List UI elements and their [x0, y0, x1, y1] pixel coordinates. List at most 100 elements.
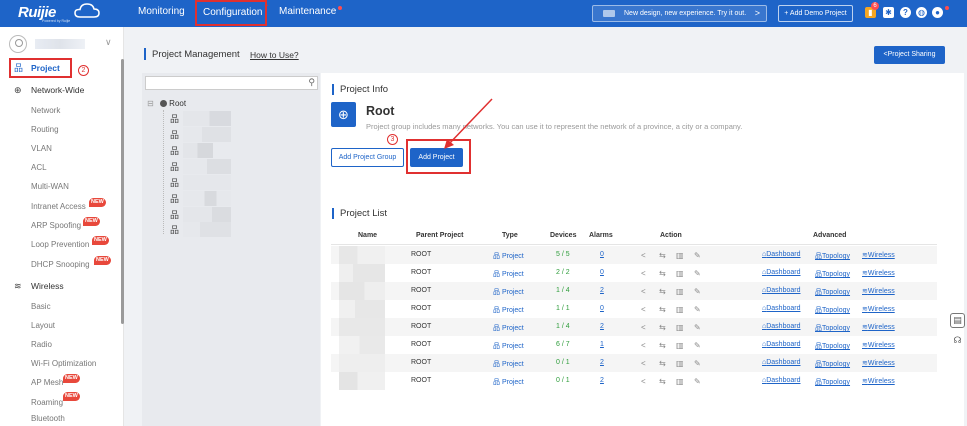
sidebar-subitem-roaming[interactable]: Roaming: [31, 396, 63, 410]
sidebar-subitem-layout[interactable]: Layout: [31, 319, 55, 333]
delete-icon[interactable]: ▥: [676, 323, 684, 332]
dashboard-link[interactable]: ⌂Dashboard: [762, 269, 800, 276]
sidebar-subitem-bluetooth[interactable]: Bluetooth: [31, 415, 65, 425]
sidebar-subitem-radio[interactable]: Radio: [31, 338, 52, 352]
share-icon[interactable]: <: [641, 251, 646, 260]
cell-alarms[interactable]: 2: [600, 287, 604, 294]
move-icon[interactable]: ⇆: [659, 359, 666, 368]
delete-icon[interactable]: ▥: [676, 251, 684, 260]
move-icon[interactable]: ⇆: [659, 341, 666, 350]
wireless-link[interactable]: ≋Wireless: [862, 269, 895, 277]
cell-type[interactable]: 品 Project: [493, 323, 524, 333]
cell-alarms[interactable]: 0: [600, 251, 604, 258]
edit-icon[interactable]: ✎: [694, 359, 701, 368]
topology-link[interactable]: 品Topology: [815, 269, 850, 279]
move-icon[interactable]: ⇆: [659, 377, 666, 386]
wireless-link[interactable]: ≋Wireless: [862, 305, 895, 313]
cell-type[interactable]: 品 Project: [493, 359, 524, 369]
table-row[interactable]: ROOT 品 Project 1 / 4 2 < ⇆ ▥ ✎ ⌂Dashboar…: [331, 282, 937, 300]
account-switcher[interactable]: ∨: [9, 35, 119, 53]
wireless-link[interactable]: ≋Wireless: [862, 251, 895, 259]
help-icon[interactable]: ?: [900, 7, 911, 18]
sidebar-item-wireless[interactable]: ≋ Wireless: [0, 278, 121, 295]
topology-link[interactable]: 品Topology: [815, 251, 850, 261]
table-row[interactable]: ROOT 品 Project 1 / 4 2 < ⇆ ▥ ✎ ⌂Dashboar…: [331, 318, 937, 336]
share-icon[interactable]: <: [641, 341, 646, 350]
sidebar-subitem-network[interactable]: Network: [31, 104, 60, 118]
nav-configuration[interactable]: Configuration: [195, 0, 267, 26]
cell-alarms[interactable]: 0: [600, 269, 604, 276]
move-icon[interactable]: ⇆: [659, 323, 666, 332]
dashboard-link[interactable]: ⌂Dashboard: [762, 341, 800, 348]
tree-node[interactable]: 品: [170, 111, 232, 126]
tree-node[interactable]: 品: [170, 159, 232, 174]
add-demo-project-button[interactable]: + Add Demo Project: [778, 5, 853, 22]
dashboard-link[interactable]: ⌂Dashboard: [762, 287, 800, 294]
cell-type[interactable]: 品 Project: [493, 287, 524, 297]
move-icon[interactable]: ⇆: [659, 269, 666, 278]
sidebar-subitem-acl[interactable]: ACL: [31, 161, 47, 175]
sidebar-subitem-dhcp-snooping[interactable]: DHCP Snooping: [31, 258, 90, 272]
sidebar-subitem-vlan[interactable]: VLAN: [31, 142, 52, 156]
new-design-banner[interactable]: New design, new experience. Try it out. …: [592, 5, 767, 22]
dashboard-link[interactable]: ⌂Dashboard: [762, 359, 800, 366]
delete-icon[interactable]: ▥: [676, 341, 684, 350]
sidebar-subitem-routing[interactable]: Routing: [31, 123, 59, 137]
edit-icon[interactable]: ✎: [694, 323, 701, 332]
wireless-link[interactable]: ≋Wireless: [862, 323, 895, 331]
delete-icon[interactable]: ▥: [676, 305, 684, 314]
dashboard-link[interactable]: ⌂Dashboard: [762, 305, 800, 312]
tree-node[interactable]: 品: [170, 143, 232, 158]
topology-link[interactable]: 品Topology: [815, 341, 850, 351]
move-icon[interactable]: ⇆: [659, 305, 666, 314]
wireless-link[interactable]: ≋Wireless: [862, 377, 895, 385]
topology-link[interactable]: 品Topology: [815, 305, 850, 315]
edit-icon[interactable]: ✎: [694, 341, 701, 350]
project-sharing-button[interactable]: <Project Sharing: [874, 46, 945, 64]
table-row[interactable]: ROOT 品 Project 2 / 2 0 < ⇆ ▥ ✎ ⌂Dashboar…: [331, 264, 937, 282]
share-icon[interactable]: <: [641, 287, 646, 296]
cell-alarms[interactable]: 2: [600, 377, 604, 384]
edit-icon[interactable]: ✎: [694, 287, 701, 296]
add-project-group-button[interactable]: Add Project Group: [331, 148, 404, 167]
tree-node[interactable]: 品: [170, 222, 232, 237]
cell-alarms[interactable]: 2: [600, 359, 604, 366]
nav-maintenance[interactable]: Maintenance: [273, 0, 342, 27]
share-icon[interactable]: <: [641, 377, 646, 386]
tree-node[interactable]: 品: [170, 191, 232, 206]
gear-icon[interactable]: ✱: [883, 7, 894, 18]
sidebar-subitem-loop-prevention[interactable]: Loop Prevention: [31, 238, 89, 252]
share-icon[interactable]: <: [641, 269, 646, 278]
delete-icon[interactable]: ▥: [676, 287, 684, 296]
sidebar-subitem-multi-wan[interactable]: Multi-WAN: [31, 180, 69, 194]
cell-type[interactable]: 品 Project: [493, 269, 524, 279]
sidebar-item-network-wide[interactable]: ⊕ Network-Wide: [0, 82, 121, 99]
topology-link[interactable]: 品Topology: [815, 323, 850, 333]
delete-icon[interactable]: ▥: [676, 269, 684, 278]
tree-node[interactable]: 品: [170, 175, 232, 190]
share-icon[interactable]: <: [641, 323, 646, 332]
cell-type[interactable]: 品 Project: [493, 341, 524, 351]
cell-alarms[interactable]: 0: [600, 305, 604, 312]
share-icon[interactable]: <: [641, 305, 646, 314]
ruijie-logo[interactable]: Ruijie Powered by Ruijie: [12, 3, 102, 24]
edit-icon[interactable]: ✎: [694, 377, 701, 386]
dashboard-link[interactable]: ⌂Dashboard: [762, 377, 800, 384]
dashboard-link[interactable]: ⌂Dashboard: [762, 323, 800, 330]
dashboard-link[interactable]: ⌂Dashboard: [762, 251, 800, 258]
table-row[interactable]: ROOT 品 Project 5 / 5 0 < ⇆ ▥ ✎ ⌂Dashboar…: [331, 246, 937, 264]
nav-monitoring[interactable]: Monitoring: [132, 0, 191, 27]
topology-link[interactable]: 品Topology: [815, 377, 850, 387]
cell-type[interactable]: 品 Project: [493, 305, 524, 315]
delete-icon[interactable]: ▥: [676, 377, 684, 386]
topology-link[interactable]: 品Topology: [815, 287, 850, 297]
user-icon[interactable]: ●: [932, 7, 943, 18]
headset-icon[interactable]: ☊: [950, 334, 965, 349]
table-row[interactable]: ROOT 品 Project 6 / 7 1 < ⇆ ▥ ✎ ⌂Dashboar…: [331, 336, 937, 354]
how-to-use-link[interactable]: How to Use?: [250, 50, 299, 60]
sidebar-subitem-intranet-access[interactable]: Intranet Access: [31, 200, 86, 214]
collapse-icon[interactable]: ⊟: [147, 99, 154, 108]
cell-type[interactable]: 品 Project: [493, 377, 524, 387]
table-row[interactable]: ROOT 品 Project 1 / 1 0 < ⇆ ▥ ✎ ⌂Dashboar…: [331, 300, 937, 318]
table-row[interactable]: ROOT 品 Project 0 / 1 2 < ⇆ ▥ ✎ ⌂Dashboar…: [331, 372, 937, 390]
